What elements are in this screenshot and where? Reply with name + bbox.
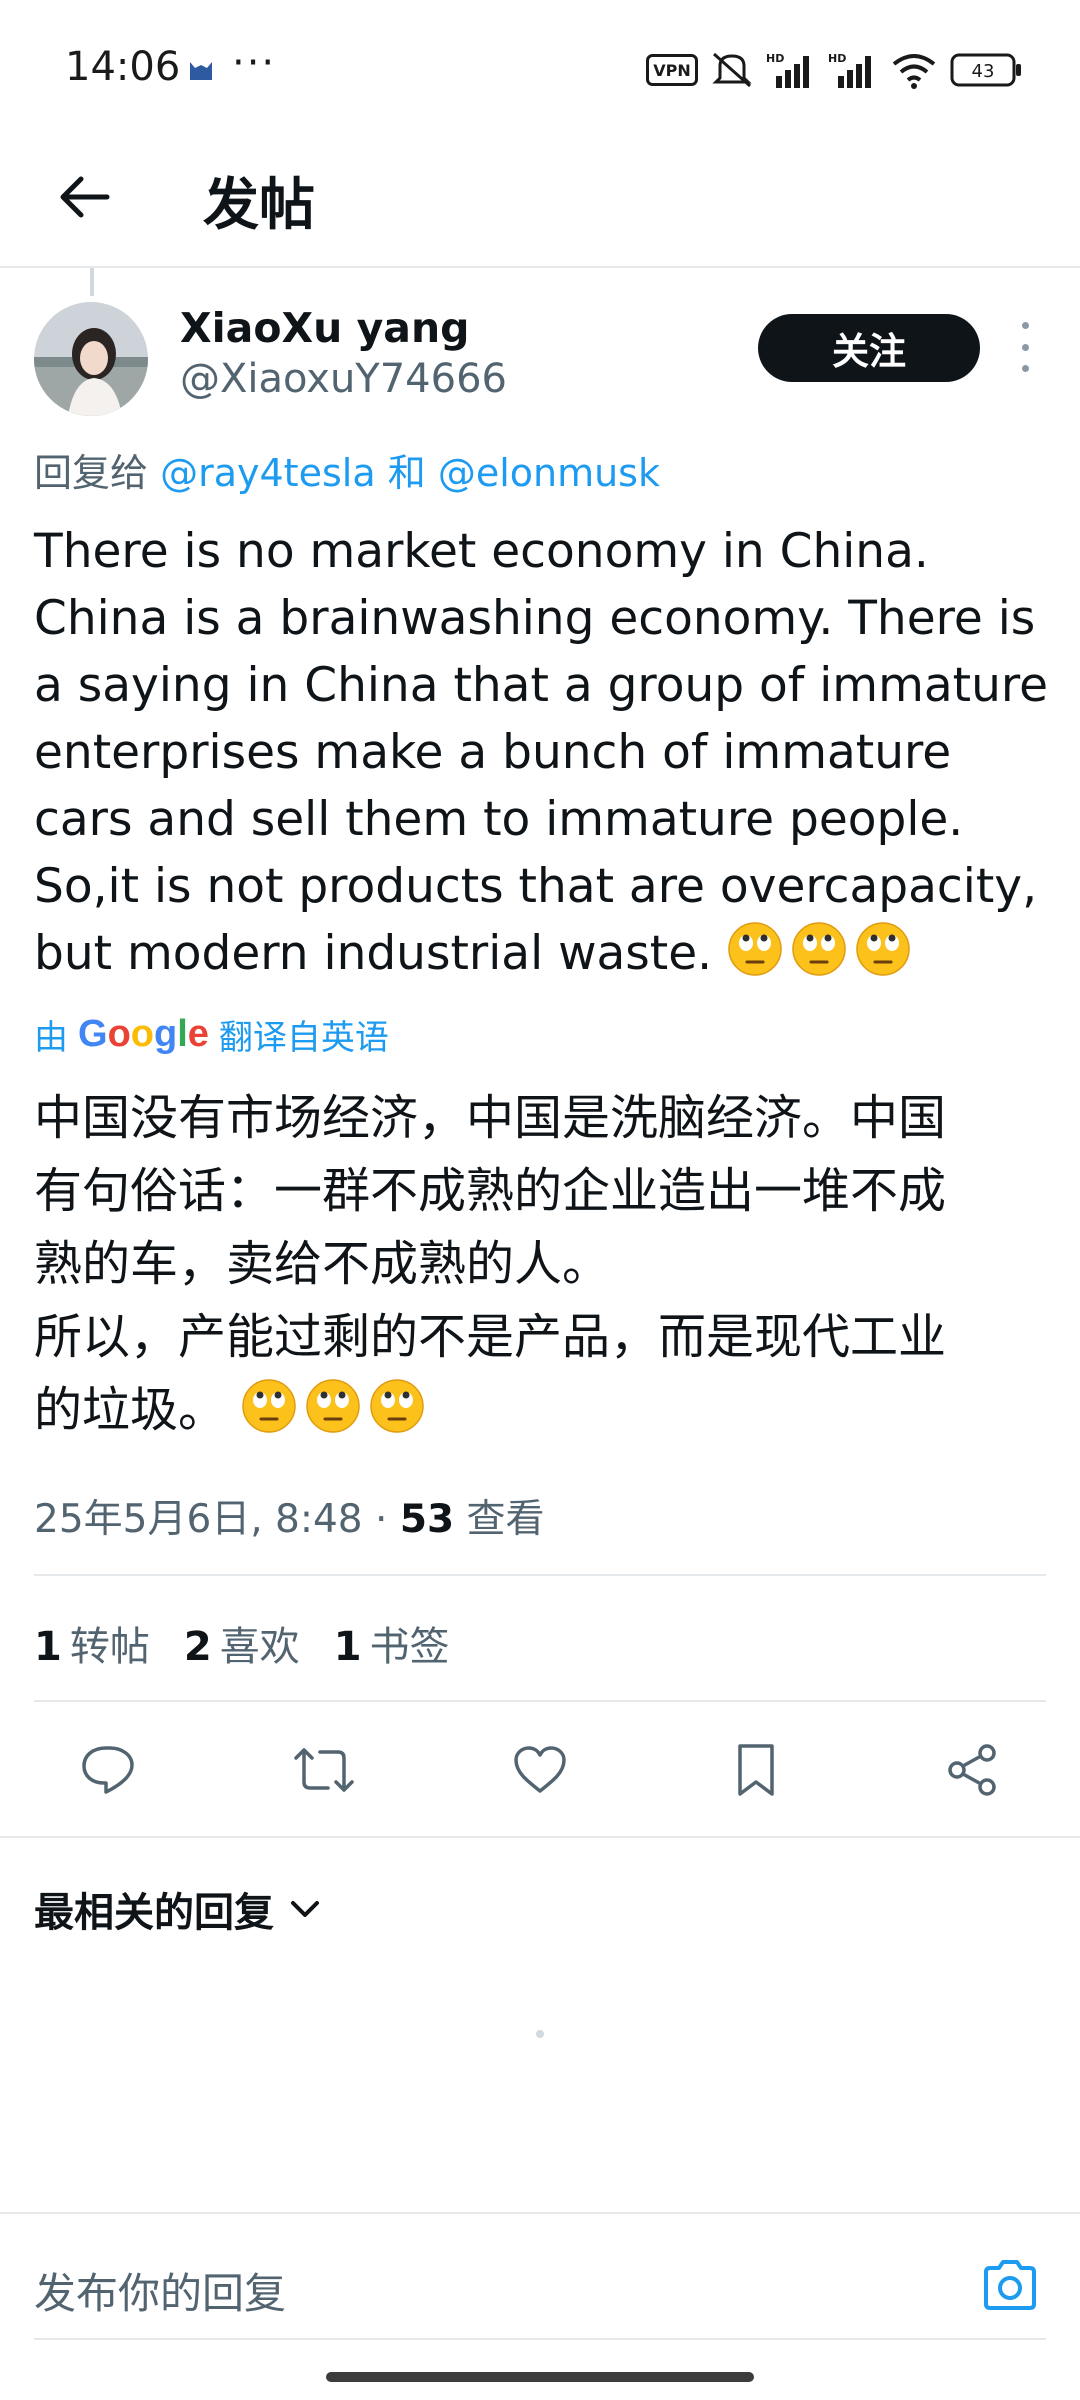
face-with-rolling-eyes-icon [242,1379,297,1433]
page-title: 发帖 [203,173,315,238]
tweet-text-line-final: but modern industrial waste. [34,926,713,981]
mention-separator: 和 [387,451,426,495]
timestamp-separator: · [375,1497,388,1542]
likes-stat[interactable]: 2 喜欢 [184,1614,300,1672]
compose-underline [34,2338,1046,2340]
tweet-timestamp: 25年5月6日, 8:48 · 53 查看 [34,1488,545,1544]
more-notifications-icon: ··· [232,40,277,86]
translated-suffix: 翻译自英语 [218,1018,389,1058]
like-button[interactable] [500,1730,580,1810]
status-icons: VPN HD HD 43 [646,48,1022,92]
reply-prefix: 回复给 [34,451,149,495]
engagement-stats: 1 转帖 2 喜欢 1 书签 [34,1614,450,1672]
camera-button[interactable] [980,2258,1040,2312]
tweet-text-line: There is no market economy in China. [34,524,929,579]
wifi-icon [892,54,936,89]
loading-indicator [536,2030,544,2038]
translated-line-final: 的垃圾。 [34,1382,227,1438]
arrow-left-icon [60,176,110,218]
bookmark-button[interactable] [716,1730,796,1810]
translated-prefix: 由 [34,1018,68,1058]
more-vertical-icon [1021,322,1029,329]
translated-line: 熟的车，卖给不成熟的人。 [34,1236,611,1292]
translated-line-last: 的垃圾。 [34,1374,1054,1447]
face-with-rolling-eyes-icon [370,1379,425,1433]
reply-compose-bar: 发布你的回复 [0,2212,1080,2344]
google-logo: Google [78,1013,209,1055]
translated-line: 所以，产能过剩的不是产品，而是现代工业 [34,1309,947,1365]
status-time: 14:06 [65,44,181,90]
tweet-text-line: So,it is not products that are overcapac… [34,859,1038,914]
status-bar: 14:06 ··· VPN HD HD 43 [0,0,1080,140]
face-with-rolling-eyes-icon [792,922,846,976]
tweet-text-line: enterprises make a bunch of immature [34,725,952,780]
reply-sort-dropdown[interactable]: 最相关的回复 [34,1880,322,1938]
share-button[interactable] [932,1730,1012,1810]
app-notification-icon [190,62,212,80]
views-label: 查看 [466,1497,545,1542]
tweet-text: There is no market economy in China. Chi… [34,518,1054,987]
reply-input[interactable]: 发布你的回复 [34,2260,286,2321]
battery-icon: 43 [950,53,1021,87]
tweet-text-line-last: but modern industrial waste. [34,920,1054,987]
face-with-rolling-eyes-icon [856,922,910,976]
bookmarks-stat[interactable]: 1 书签 [334,1614,450,1672]
reposts-stat[interactable]: 1 转帖 [34,1614,150,1672]
hd-label-2: HD [828,52,846,65]
divider [0,1836,1080,1838]
vpn-icon: VPN [646,54,698,86]
translated-line: 中国没有市场经济，中国是洗脑经济。中国 [34,1090,947,1146]
tweet-text-line: cars and sell them to immature people. [34,792,964,847]
chevron-down-icon [291,1901,319,1917]
reply-icon [82,1746,134,1794]
bookmark-icon [738,1744,774,1796]
cellular-signal-1-icon: HD [766,52,809,88]
author-name[interactable]: XiaoXu yang [180,304,470,352]
more-options-button[interactable] [1010,322,1040,372]
reply-sort-label: 最相关的回复 [34,1890,274,1936]
cellular-signal-2-icon: HD [828,52,871,88]
translated-text: 中国没有市场经济，中国是洗脑经济。中国 有句俗话：一群不成熟的企业造出一堆不成 … [34,1082,1054,1447]
avatar-image [34,302,148,416]
face-with-rolling-eyes-icon [728,922,782,976]
tweet-text-line: a saying in China that a group of immatu… [34,658,1049,713]
camera-icon [984,2260,1036,2310]
timestamp-text: 25年5月6日, 8:48 [34,1497,363,1542]
thread-connector-line [90,268,94,296]
divider [34,1574,1046,1576]
share-icon [948,1744,996,1796]
repost-button[interactable] [284,1730,364,1810]
follow-button[interactable]: 关注 [758,314,980,382]
mention-link-1[interactable]: @ray4tesla [160,451,376,495]
avatar[interactable] [34,302,148,416]
face-with-rolling-eyes-icon [306,1379,361,1433]
author-handle[interactable]: @XiaoxuY74666 [180,356,507,402]
repost-icon [294,1748,354,1792]
translation-attribution[interactable]: 由 Google 翻译自英语 [34,1010,389,1059]
tweet-action-bar [0,1730,1080,1810]
hd-label-1: HD [766,52,784,65]
heart-icon [514,1746,566,1793]
mention-link-2[interactable]: @elonmusk [438,451,660,495]
vpn-label: VPN [653,61,691,80]
divider [34,1700,1046,1702]
battery-level: 43 [972,61,995,82]
back-button[interactable] [48,162,118,232]
replying-to: 回复给 @ray4tesla 和 @elonmusk [34,442,660,497]
translated-line: 有句俗话：一群不成熟的企业造出一堆不成 [34,1163,947,1219]
gesture-navigation-bar[interactable] [326,2372,754,2382]
tweet-text-line: China is a brainwashing economy. There i… [34,591,1036,646]
mute-icon [712,52,752,88]
top-app-bar: 发帖 [0,140,1080,268]
reply-button[interactable] [68,1730,148,1810]
views-count: 53 [399,1497,455,1542]
